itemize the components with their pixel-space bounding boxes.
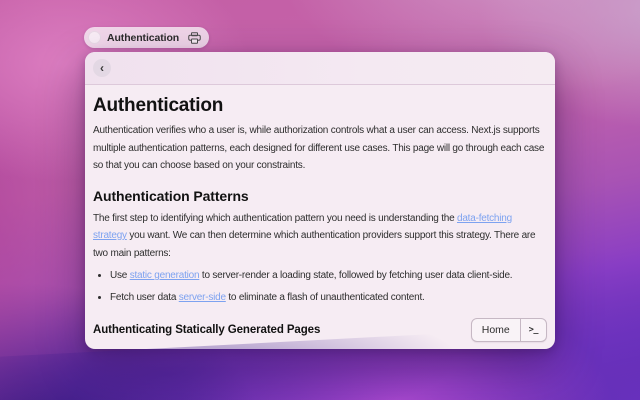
text-segment: you want. We can then determine which au…	[93, 230, 535, 259]
text-segment: Use	[110, 270, 130, 281]
page-title: Authentication	[93, 94, 547, 117]
footer-button-group: Home >_	[471, 318, 547, 342]
patterns-list: Use static generation to server-render a…	[93, 267, 547, 310]
window-header: ‹	[85, 52, 555, 85]
article-content: Authentication Authentication verifies w…	[85, 85, 555, 349]
next-section-heading: Authenticating Statically Generated Page…	[93, 324, 320, 336]
list-item: Use static generation to server-render a…	[110, 267, 547, 285]
section-paragraph: The first step to identifying which auth…	[93, 210, 547, 263]
back-button[interactable]: ‹	[93, 59, 111, 77]
tab-label: Authentication	[107, 32, 179, 44]
inline-link[interactable]: static generation	[130, 270, 200, 281]
intro-paragraph: Authentication verifies who a user is, w…	[93, 122, 547, 175]
home-button[interactable]: Home	[472, 319, 520, 341]
terminal-button[interactable]: >_	[521, 319, 546, 341]
page-tab[interactable]: Authentication	[84, 27, 209, 48]
printer-glyph	[188, 32, 201, 44]
printer-icon[interactable]	[185, 30, 203, 45]
docs-window: ‹ Authentication Authentication verifies…	[85, 52, 555, 349]
inline-link[interactable]: server-side	[179, 292, 226, 303]
text-segment: The first step to identifying which auth…	[93, 213, 457, 224]
text-segment: to server-render a loading state, follow…	[199, 270, 512, 281]
footer-row: Authenticating Statically Generated Page…	[93, 318, 547, 342]
section-heading: Authentication Patterns	[93, 188, 547, 205]
text-segment: to eliminate a flash of unauthenticated …	[226, 292, 425, 303]
text-segment: Fetch user data	[110, 292, 179, 303]
favicon-circle-icon	[88, 31, 101, 44]
desktop-wallpaper: Authentication ‹ Authentication Authenti…	[0, 0, 640, 400]
list-item: Fetch user data server-side to eliminate…	[110, 289, 547, 307]
